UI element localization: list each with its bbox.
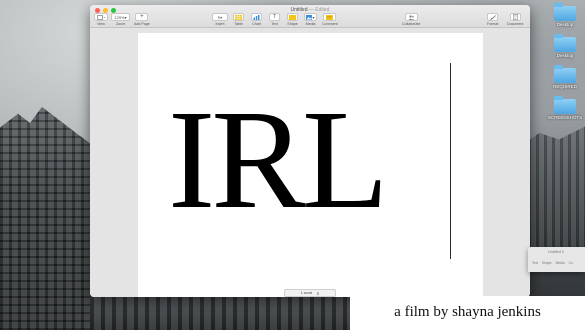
insert-label: Insert	[215, 22, 225, 26]
chart-icon	[253, 14, 260, 20]
desktop-folder-label: Desktop	[556, 22, 574, 27]
format-label: Format	[487, 22, 499, 26]
second-window-toolbar-labels: Text Shape Media Co	[532, 261, 573, 265]
desktop-folder-label: REQUIRED	[553, 84, 577, 89]
second-window-label: Co	[568, 261, 573, 265]
desktop-folder-label: Desktop	[556, 53, 574, 58]
table-icon	[235, 14, 242, 20]
comment-control[interactable]: Comment	[322, 13, 338, 26]
paintbrush-icon	[489, 14, 496, 20]
collaborate-label: Collaborate	[402, 22, 421, 26]
window-toolbar: Untitled — Edited View 125% ▾ Zoom + Add…	[90, 5, 530, 28]
caption-strip: a film by shayna jenkins	[350, 296, 585, 330]
insert-control[interactable]: ¶ ▾ Insert	[212, 13, 228, 26]
folder-icon	[554, 96, 576, 114]
insert-button[interactable]: ¶ ▾	[212, 13, 228, 21]
film-caption: a film by shayna jenkins	[394, 304, 541, 320]
pages-window: Untitled — Edited View 125% ▾ Zoom + Add…	[90, 5, 530, 297]
word-count-control[interactable]: 1 word ⇕	[284, 289, 336, 297]
chart-button[interactable]	[251, 13, 262, 21]
second-window-label: Text	[532, 261, 539, 265]
collaborate-icon	[408, 14, 415, 20]
format-button[interactable]	[487, 13, 499, 21]
zoom-value: 125%	[114, 14, 125, 20]
desktop-folder[interactable]: SCREENSHOTS	[547, 93, 583, 120]
zoom-select[interactable]: 125% ▾	[111, 13, 130, 21]
comment-button[interactable]	[323, 13, 337, 21]
collaborate-button[interactable]	[404, 13, 418, 21]
add-page-label: Add Page	[134, 22, 150, 26]
folder-icon	[554, 3, 576, 21]
document-page[interactable]: IRL	[138, 33, 483, 297]
word-count-text: 1 word	[300, 291, 313, 295]
document-label: Document	[507, 22, 524, 26]
chart-control[interactable]: Chart	[251, 13, 262, 26]
shape-label: Shape	[287, 22, 298, 26]
format-control[interactable]: Format	[487, 13, 498, 26]
document-canvas: IRL 1 word ⇕	[90, 28, 530, 297]
shape-button[interactable]	[287, 13, 298, 21]
desktop-folder-label: SCREENSHOTS	[547, 115, 583, 120]
folder-icon	[554, 34, 576, 52]
text-box-icon: T	[272, 14, 277, 20]
second-window-title: Untitled 2	[548, 250, 565, 254]
zoom-label: Zoom	[115, 22, 126, 26]
chevron-down-icon: ▾	[220, 14, 223, 20]
text-button[interactable]: T	[269, 13, 280, 21]
zoom-control[interactable]: 125% ▾ Zoom	[111, 13, 130, 26]
document-button[interactable]	[509, 13, 521, 21]
chart-label: Chart	[252, 22, 261, 26]
collaborate-control[interactable]: Collaborate	[402, 13, 420, 26]
table-button[interactable]	[233, 13, 244, 21]
shape-control[interactable]: Shape	[287, 13, 298, 26]
document-icon	[512, 14, 518, 20]
second-window-label: Media	[555, 261, 565, 265]
chevron-down-icon: ▾	[312, 14, 315, 20]
add-page-button[interactable]: +	[135, 13, 149, 21]
media-control[interactable]: ▾ Media	[304, 13, 317, 26]
city-photo-bottom	[90, 296, 350, 330]
plus-icon: +	[140, 14, 144, 20]
desktop-folder[interactable]: Desktop	[547, 0, 583, 27]
view-label: View	[97, 22, 105, 26]
comment-label: Comment	[322, 22, 338, 26]
chevron-updown-icon: ⇕	[316, 291, 320, 296]
text-control[interactable]: T Text	[269, 13, 280, 26]
text-label: Text	[271, 22, 278, 26]
view-button[interactable]	[94, 13, 108, 21]
desktop-folder[interactable]: Desktop	[547, 31, 583, 58]
document-control[interactable]: Document	[507, 13, 523, 26]
desktop-icons: Desktop Desktop REQUIRED SCREENSHOTS	[547, 0, 583, 124]
media-button[interactable]: ▾	[304, 13, 317, 21]
sidebar-view-icon	[96, 14, 105, 20]
shape-icon	[289, 14, 296, 20]
second-window-label: Shape	[542, 261, 552, 265]
media-label: Media	[305, 22, 316, 26]
view-control[interactable]: View	[94, 13, 108, 26]
document-body-text[interactable]: IRL	[168, 88, 389, 230]
comment-icon	[326, 14, 334, 20]
folder-icon	[554, 65, 576, 83]
desktop-folder[interactable]: REQUIRED	[547, 62, 583, 89]
chevron-down-icon: ▾	[124, 14, 127, 20]
add-page-control[interactable]: + Add Page	[134, 13, 150, 26]
second-pages-window[interactable]: Untitled 2 Text Shape Media Co	[528, 247, 585, 272]
table-control[interactable]: Table	[233, 13, 244, 26]
text-cursor	[450, 63, 451, 259]
table-label: Table	[234, 22, 243, 26]
